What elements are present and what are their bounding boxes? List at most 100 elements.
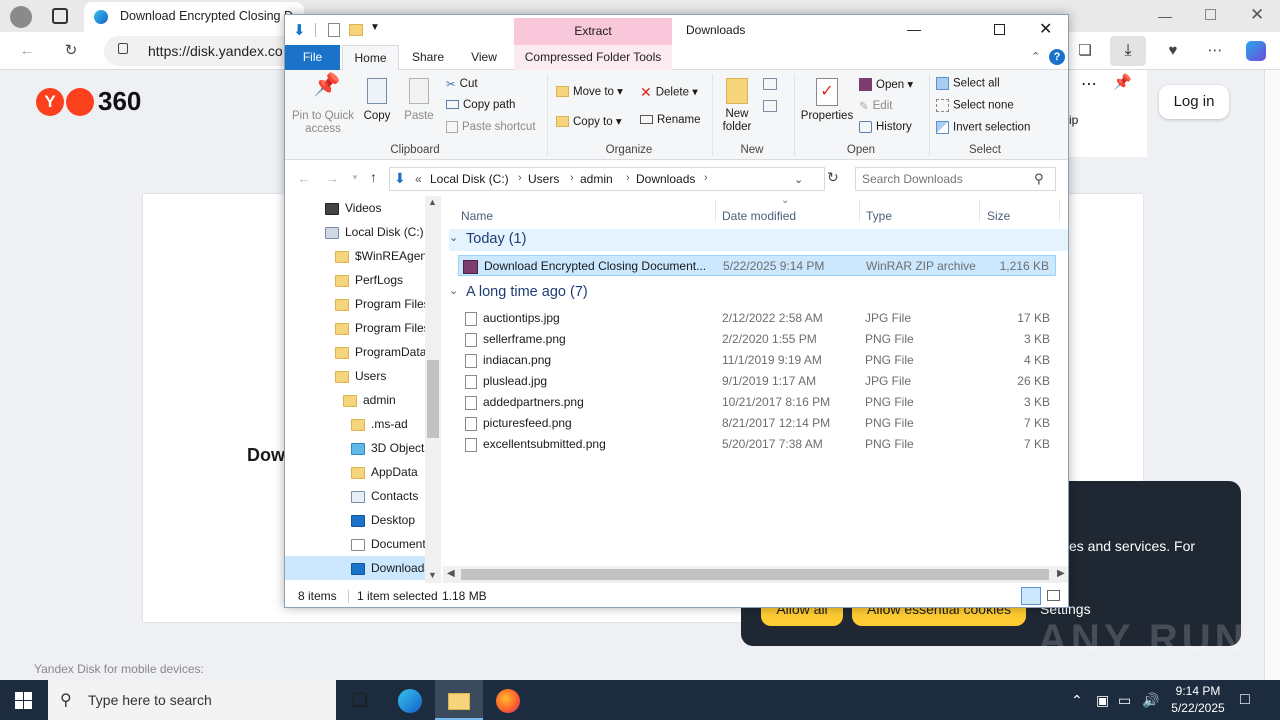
rename-button[interactable]: Rename (640, 114, 700, 126)
nav-scroll-thumb[interactable] (427, 360, 439, 438)
search-box[interactable]: ⚲ (855, 167, 1056, 191)
edge-taskbar-icon[interactable] (386, 680, 434, 720)
nav-item[interactable]: Program Files (285, 292, 425, 316)
pin-icon[interactable]: 📌 (1113, 73, 1132, 91)
breadcrumb-downloads[interactable]: Downloads (636, 172, 695, 186)
nav-item[interactable]: .ms-ad (285, 412, 425, 436)
breadcrumb-admin[interactable]: admin (580, 172, 613, 186)
address-refresh-icon[interactable]: ↻ (827, 169, 839, 186)
quick-access-down-icon[interactable]: ⬇ (293, 21, 306, 39)
column-name[interactable]: Name (461, 209, 493, 223)
copy-button[interactable]: Copy (361, 78, 393, 123)
profile-icon[interactable] (10, 6, 32, 28)
breadcrumb-local-disk[interactable]: Local Disk (C:) (430, 172, 509, 186)
help-icon[interactable]: ? (1049, 49, 1065, 65)
recent-locations-icon[interactable]: ▼ (351, 173, 359, 182)
paste-button[interactable]: Paste (403, 78, 435, 123)
notifications-icon[interactable]: □ (1240, 680, 1250, 720)
task-view-icon[interactable]: ❏ (336, 680, 384, 720)
file-row[interactable]: pluslead.jpg 9/1/2019 1:17 AM JPG File 26 K… (458, 371, 1056, 392)
more-icon[interactable]: ⋯ (1202, 38, 1228, 64)
extract-context-tab[interactable]: Extract (514, 18, 672, 45)
large-icons-view-icon[interactable] (1047, 590, 1060, 601)
scroll-up-icon[interactable]: ▲ (428, 197, 437, 207)
group-header[interactable]: ⌄ Today (1) (449, 229, 1068, 251)
nav-item[interactable]: AppData (285, 460, 425, 484)
cut-button[interactable]: ✂ Cut (446, 77, 478, 91)
file-row[interactable]: auctiontips.jpg 2/12/2022 2:58 AM JPG File… (458, 308, 1056, 329)
file-row[interactable]: indiacan.png 11/1/2019 9:19 AM PNG File 4 K… (458, 350, 1056, 371)
select-all-button[interactable]: Select all (936, 77, 1000, 90)
breadcrumb-users[interactable]: Users (528, 172, 559, 186)
window-minimize-icon[interactable]: — (1158, 8, 1172, 24)
select-none-button[interactable]: Select none (936, 99, 1014, 112)
delete-button[interactable]: ✕ Delete ▾ (640, 84, 698, 101)
search-input[interactable] (862, 171, 1032, 187)
nav-forward-icon[interactable]: → (325, 170, 339, 186)
file-row[interactable]: excellentsubmitted.png 5/20/2017 7:38 AM P… (458, 434, 1056, 455)
tab-view[interactable]: View (459, 45, 509, 70)
invert-selection-button[interactable]: Invert selection (936, 121, 1030, 134)
new-folder-button[interactable]: New folder (717, 78, 757, 134)
copy-path-button[interactable]: Copy path (446, 99, 515, 111)
nav-item[interactable]: Documents (285, 532, 425, 556)
nav-item[interactable]: 3D Objects (285, 436, 425, 460)
ribbon-collapse-icon[interactable]: ⌃ (1031, 50, 1040, 63)
login-button[interactable]: Log in (1159, 85, 1229, 119)
open-button[interactable]: Open ▾ (859, 77, 913, 92)
file-row[interactable]: picturesfeed.png 8/21/2017 12:14 PM PNG Fi… (458, 413, 1056, 434)
properties-button[interactable]: ✓ Properties (799, 78, 855, 123)
group-collapse-icon[interactable]: ⌄ (449, 284, 458, 297)
tray-device-icon[interactable]: ▣ (1096, 680, 1109, 720)
copilot-icon[interactable] (1246, 41, 1266, 61)
edit-button[interactable]: ✎ Edit (859, 99, 892, 113)
address-breadcrumb[interactable]: ⬇ « Local Disk (C:) › Users › admin › Do… (389, 167, 825, 191)
file-row[interactable]: Download Encrypted Closing Document... 5/… (458, 255, 1056, 276)
file-row[interactable]: sellerframe.png 2/2/2020 1:55 PM PNG File 3… (458, 329, 1056, 350)
new-item-icon[interactable] (763, 78, 777, 90)
tray-chevron-icon[interactable]: ⌃ (1071, 680, 1083, 720)
file-explorer-taskbar-icon[interactable] (435, 680, 483, 720)
pin-quick-access-button[interactable]: 📌 Pin to Quick access (291, 74, 355, 136)
qat-dropdown-icon[interactable]: ▼ (370, 22, 380, 33)
nav-back-icon[interactable]: ← (297, 170, 311, 186)
downloads-button[interactable]: ⤓ (1110, 36, 1146, 66)
nav-item[interactable]: Users (285, 364, 425, 388)
window-close-icon[interactable]: ✕ (1250, 5, 1264, 25)
taskbar-search[interactable]: ⚲ Type here to search (48, 680, 336, 720)
details-view-icon[interactable] (1021, 587, 1041, 605)
nav-item[interactable]: admin (285, 388, 425, 412)
tab-compressed-folder-tools[interactable]: Compressed Folder Tools (514, 45, 672, 70)
window-restore-icon[interactable] (1205, 9, 1216, 20)
nav-item[interactable]: Program Files (285, 316, 425, 340)
nav-item[interactable]: Desktop (285, 508, 425, 532)
tab-actions-icon[interactable] (52, 8, 68, 24)
refresh-icon[interactable]: ↻ (58, 38, 84, 64)
address-dropdown-icon[interactable]: ⌄ (794, 173, 803, 186)
nav-item[interactable]: Contacts (285, 484, 425, 508)
history-button[interactable]: History (859, 121, 912, 133)
file-row[interactable]: addedpartners.png 10/21/2017 8:16 PM PNG F… (458, 392, 1056, 413)
explorer-minimize-icon[interactable]: — (907, 21, 921, 37)
easy-access-icon[interactable] (763, 100, 777, 112)
horizontal-scroll-thumb[interactable] (461, 569, 1049, 580)
scroll-down-icon[interactable]: ▼ (428, 570, 437, 580)
column-date-modified[interactable]: Date modified (722, 209, 796, 223)
breadcrumb-overflow[interactable]: « (415, 172, 422, 186)
move-to-button[interactable]: Move to ▾ (556, 84, 623, 98)
more-options-icon[interactable]: ⋯ (1081, 74, 1097, 94)
nav-up-icon[interactable]: ↑ (370, 169, 377, 185)
nav-item[interactable]: $WinREAgent (285, 244, 425, 268)
scroll-right-icon[interactable]: ▶ (1057, 568, 1065, 579)
scroll-left-icon[interactable]: ◀ (447, 568, 455, 579)
network-icon[interactable]: ▭ (1118, 680, 1131, 720)
column-size[interactable]: Size (987, 209, 1010, 223)
nav-item[interactable]: PerfLogs (285, 268, 425, 292)
nav-item[interactable]: Downloads (285, 556, 425, 580)
start-button[interactable] (0, 680, 48, 720)
tab-file[interactable]: File (285, 45, 340, 70)
clock[interactable]: 9:14 PM 5/22/2025 (1166, 683, 1230, 717)
nav-item[interactable]: Videos (285, 196, 425, 220)
firefox-taskbar-icon[interactable] (484, 680, 532, 720)
properties-qat-icon[interactable] (328, 23, 340, 37)
